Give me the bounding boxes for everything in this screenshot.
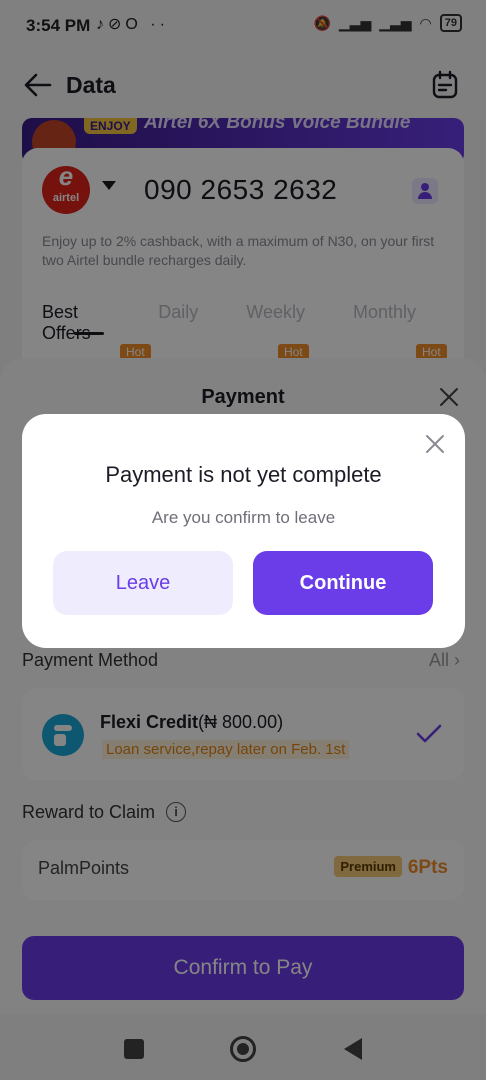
- leave-button[interactable]: Leave: [53, 551, 233, 615]
- dialog-subtitle: Are you confirm to leave: [151, 508, 336, 527]
- continue-button[interactable]: Continue: [253, 551, 433, 615]
- leave-confirm-dialog: Payment is not yet complete Are you conf…: [22, 414, 465, 648]
- dialog-title: Payment is not yet complete: [105, 462, 382, 487]
- close-icon[interactable]: [425, 434, 445, 454]
